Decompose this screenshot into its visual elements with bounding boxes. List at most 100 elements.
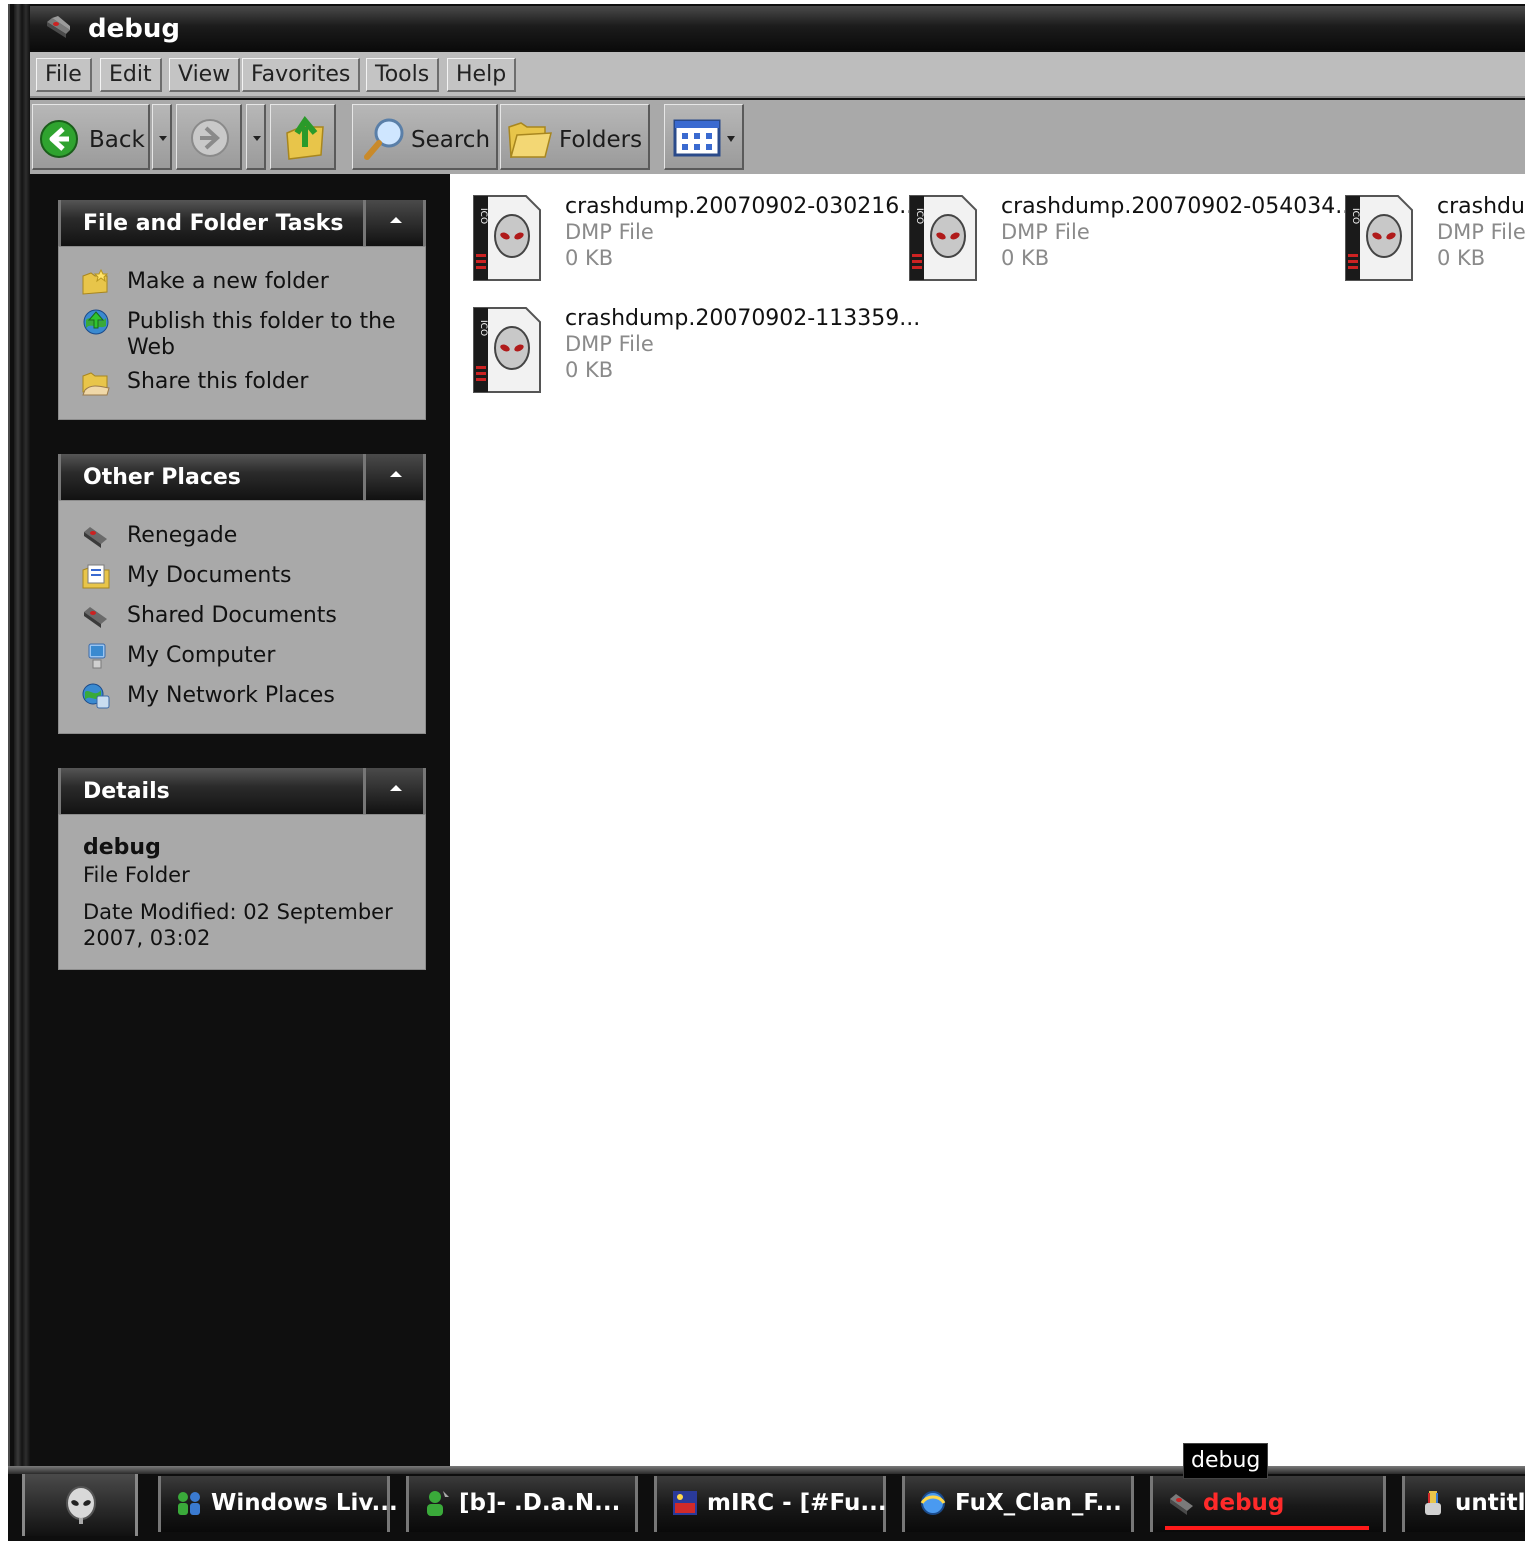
taskbar: Windows Liv... [b]- .D.a.N... mIRC - [#F… xyxy=(8,1466,1525,1541)
ico-label: ICO xyxy=(478,320,488,336)
mirc-icon xyxy=(673,1491,697,1515)
file-name: crashdump.20070902-054034... xyxy=(1001,194,1357,219)
contact-icon xyxy=(427,1491,449,1516)
title-bar[interactable]: debug xyxy=(30,6,1525,50)
toolbar: Back Search Folders xyxy=(30,100,1525,174)
search-button[interactable]: Search xyxy=(352,104,498,170)
places-panel-body: Renegade My Documents Shared Documents M… xyxy=(58,500,426,734)
paint-icon xyxy=(1425,1491,1441,1515)
search-label: Search xyxy=(411,127,491,153)
back-arrow-icon xyxy=(40,120,78,158)
task-label: Make a new folder xyxy=(127,269,329,294)
menu-bar: File Edit View Favorites Tools Help xyxy=(30,52,1525,98)
alien-head-icon xyxy=(66,1486,96,1524)
file-item[interactable]: ICO crashdump.20070902-113359... DMP Fil… xyxy=(450,286,920,396)
folders-button[interactable]: Folders xyxy=(500,104,650,170)
taskbar-messenger[interactable]: Windows Liv... xyxy=(158,1476,398,1532)
tooltip: debug xyxy=(1183,1443,1269,1479)
start-button[interactable] xyxy=(22,1474,138,1536)
file-item[interactable]: ICO crashdump.20070902-054034... DMP Fil… xyxy=(886,174,1356,284)
taskbar-browser[interactable]: FuX_Clan_F... xyxy=(902,1476,1134,1532)
up-folder-button[interactable] xyxy=(270,104,336,170)
taskbar-debug[interactable]: debug xyxy=(1150,1476,1386,1532)
menu-view[interactable]: View xyxy=(169,58,241,92)
back-label: Back xyxy=(89,127,145,153)
file-type: DMP File xyxy=(565,220,654,244)
screen: debug File Edit View Favorites Tools Hel… xyxy=(0,0,1525,1541)
details-type: File Folder xyxy=(83,863,190,887)
taskbar-conversation[interactable]: [b]- .D.a.N... xyxy=(406,1476,638,1532)
chevron-down-icon xyxy=(727,136,735,142)
folder-icon xyxy=(84,527,107,548)
collapse-places-button[interactable] xyxy=(363,454,423,500)
details-name: debug xyxy=(83,835,161,860)
network-places-icon xyxy=(82,683,110,709)
file-type: DMP File xyxy=(1001,220,1090,244)
forward-button[interactable] xyxy=(176,104,242,170)
menu-favorites[interactable]: Favorites xyxy=(242,58,361,92)
ico-label: ICO xyxy=(478,208,488,224)
menu-help[interactable]: Help xyxy=(447,58,517,92)
place-label: My Network Places xyxy=(127,683,335,708)
details-modified: Date Modified: 02 September 2007, 03:02 xyxy=(83,900,393,950)
place-label: Shared Documents xyxy=(127,603,337,628)
file-size: 0 KB xyxy=(565,358,614,382)
details-panel-header[interactable]: Details xyxy=(58,768,426,814)
file-item[interactable]: ICO crashdump.20070902-030216... DMP Fil… xyxy=(450,174,920,284)
collapse-details-button[interactable] xyxy=(363,768,423,814)
back-history-dropdown[interactable] xyxy=(152,104,172,170)
taskbar-paint[interactable]: untitl xyxy=(1402,1476,1525,1532)
dmp-file-icon: ICO xyxy=(473,195,541,281)
back-button[interactable]: Back xyxy=(32,104,150,170)
dmp-file-icon: ICO xyxy=(909,195,977,281)
task-pane: File and Folder Tasks Make a new folder … xyxy=(30,174,450,1466)
publish-web-icon xyxy=(83,309,109,335)
file-size: 0 KB xyxy=(565,246,614,270)
tasks-panel-header[interactable]: File and Folder Tasks xyxy=(58,200,426,246)
ico-label: ICO xyxy=(914,208,924,224)
messenger-icon xyxy=(178,1492,200,1515)
menu-file[interactable]: File xyxy=(36,58,92,92)
file-item[interactable]: ICO crashdum DMP File 0 KB xyxy=(1322,174,1525,284)
tasks-panel-body: Make a new folder Publish this folder to… xyxy=(58,246,426,420)
forward-history-dropdown[interactable] xyxy=(246,104,266,170)
collapse-tasks-button[interactable] xyxy=(363,200,423,246)
taskbar-label: debug xyxy=(1203,1490,1285,1516)
window-edge xyxy=(14,4,30,1466)
folder-icon xyxy=(1170,1494,1193,1515)
task-publish-web[interactable]: Publish this folder to the Web xyxy=(81,309,401,361)
places-panel-header[interactable]: Other Places xyxy=(58,454,426,500)
views-button[interactable] xyxy=(664,104,744,170)
ico-label: ICO xyxy=(1350,208,1360,224)
folder-alien-icon xyxy=(47,16,70,38)
dmp-file-icon: ICO xyxy=(1345,195,1413,281)
file-name: crashdump.20070902-113359... xyxy=(565,306,921,331)
taskbar-edge xyxy=(8,1466,1525,1474)
file-type: DMP File xyxy=(565,332,654,356)
file-size: 0 KB xyxy=(1001,246,1050,270)
task-label: Share this folder xyxy=(127,369,309,394)
forward-arrow-icon xyxy=(191,119,229,157)
task-label: Publish this folder to the Web xyxy=(127,309,396,360)
menu-tools[interactable]: Tools xyxy=(366,58,440,92)
up-folder-icon xyxy=(286,115,324,160)
my-computer-icon xyxy=(88,643,106,669)
folders-icon xyxy=(508,122,552,158)
tasks-panel-title: File and Folder Tasks xyxy=(83,211,344,236)
shared-documents-icon xyxy=(84,607,107,628)
taskbar-label: [b]- .D.a.N... xyxy=(459,1490,621,1516)
place-label: Renegade xyxy=(127,523,238,548)
window-title: debug xyxy=(88,14,180,44)
taskbar-label: mIRC - [#Fu... xyxy=(707,1490,887,1516)
share-folder-icon xyxy=(82,372,110,396)
taskbar-label: FuX_Clan_F... xyxy=(955,1490,1122,1516)
taskbar-mirc[interactable]: mIRC - [#Fu... xyxy=(654,1476,887,1532)
menu-edit[interactable]: Edit xyxy=(100,58,162,92)
places-panel-title: Other Places xyxy=(83,465,241,490)
my-documents-icon xyxy=(82,564,110,589)
file-type: DMP File xyxy=(1437,220,1525,244)
taskbar-label: untitl xyxy=(1455,1490,1525,1516)
place-label: My Computer xyxy=(127,643,276,668)
place-label: My Documents xyxy=(127,563,292,588)
details-panel-title: Details xyxy=(83,779,170,804)
